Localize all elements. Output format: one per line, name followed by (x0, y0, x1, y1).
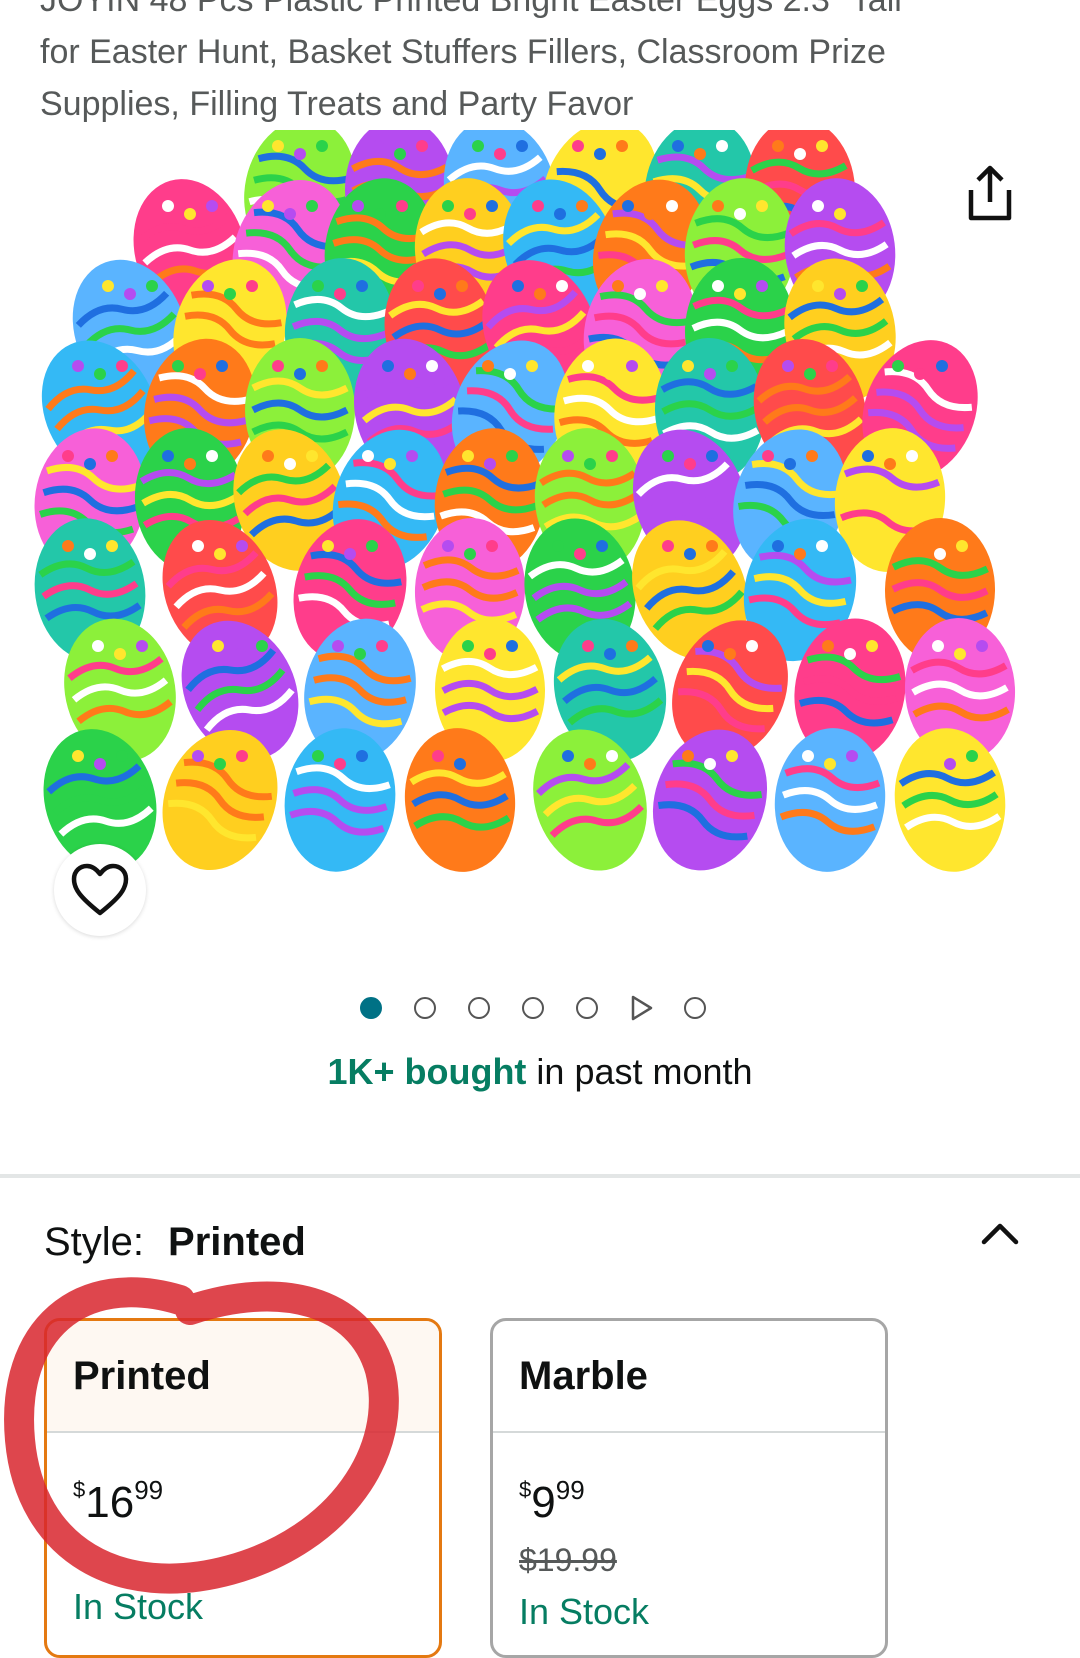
style-selector-header: Style: Printed (44, 1218, 306, 1266)
style-option-name: Printed (47, 1321, 439, 1433)
product-image[interactable] (0, 130, 1080, 930)
price-currency: $ (519, 1477, 532, 1502)
carousel-video-indicator[interactable] (630, 995, 654, 1021)
style-label: Style: (44, 1220, 145, 1264)
option-price: $1699 (73, 1465, 413, 1528)
carousel-dot-2[interactable] (414, 997, 436, 1019)
price-cents: 99 (555, 1475, 585, 1505)
stock-status: In Stock (519, 1591, 650, 1632)
list-price: $19.99 (519, 1542, 617, 1578)
share-button[interactable] (955, 160, 1025, 230)
chevron-up-icon (981, 1223, 1019, 1245)
bought-count-text: in past month (526, 1051, 753, 1092)
wishlist-button[interactable] (54, 844, 146, 936)
price-cents: 99 (134, 1475, 164, 1505)
price-whole: 9 (531, 1478, 556, 1527)
product-title-line: for Easter Hunt, Basket Stuffers Fillers… (40, 33, 886, 71)
carousel-dot-3[interactable] (468, 997, 490, 1019)
style-selected-value: Printed (168, 1220, 306, 1264)
carousel-dot-4[interactable] (522, 997, 544, 1019)
image-carousel-indicators (360, 992, 738, 1024)
easter-eggs-photo[interactable] (0, 130, 1080, 930)
carousel-dot-6[interactable] (684, 997, 706, 1019)
easter-egg (652, 729, 768, 871)
style-option-printed[interactable]: Printed $1699 In Stock (44, 1318, 442, 1658)
play-icon (631, 995, 653, 1021)
carousel-dot-1[interactable] (360, 997, 382, 1019)
bought-count: 1K+ bought in past month (0, 1050, 1080, 1094)
share-icon (968, 165, 1012, 221)
product-title-line: Supplies, Filling Treats and Party Favor (40, 85, 634, 123)
price-currency: $ (73, 1477, 86, 1502)
carousel-dot-5[interactable] (576, 997, 598, 1019)
style-option-marble[interactable]: Marble $999 $19.99 In Stock (490, 1318, 888, 1658)
product-title: JOYIN 48 Pcs Plastic Printed Bright East… (40, 0, 1040, 130)
product-title-line: JOYIN 48 Pcs Plastic Printed Bright East… (40, 0, 902, 19)
stock-status: In Stock (73, 1586, 204, 1627)
style-option-name: Marble (493, 1321, 885, 1433)
price-whole: 16 (85, 1478, 135, 1527)
option-price: $999 (519, 1465, 859, 1528)
heart-icon (71, 863, 129, 916)
bought-count-highlight: 1K+ bought (327, 1051, 527, 1092)
section-divider (0, 1174, 1080, 1178)
collapse-button[interactable] (978, 1218, 1022, 1248)
